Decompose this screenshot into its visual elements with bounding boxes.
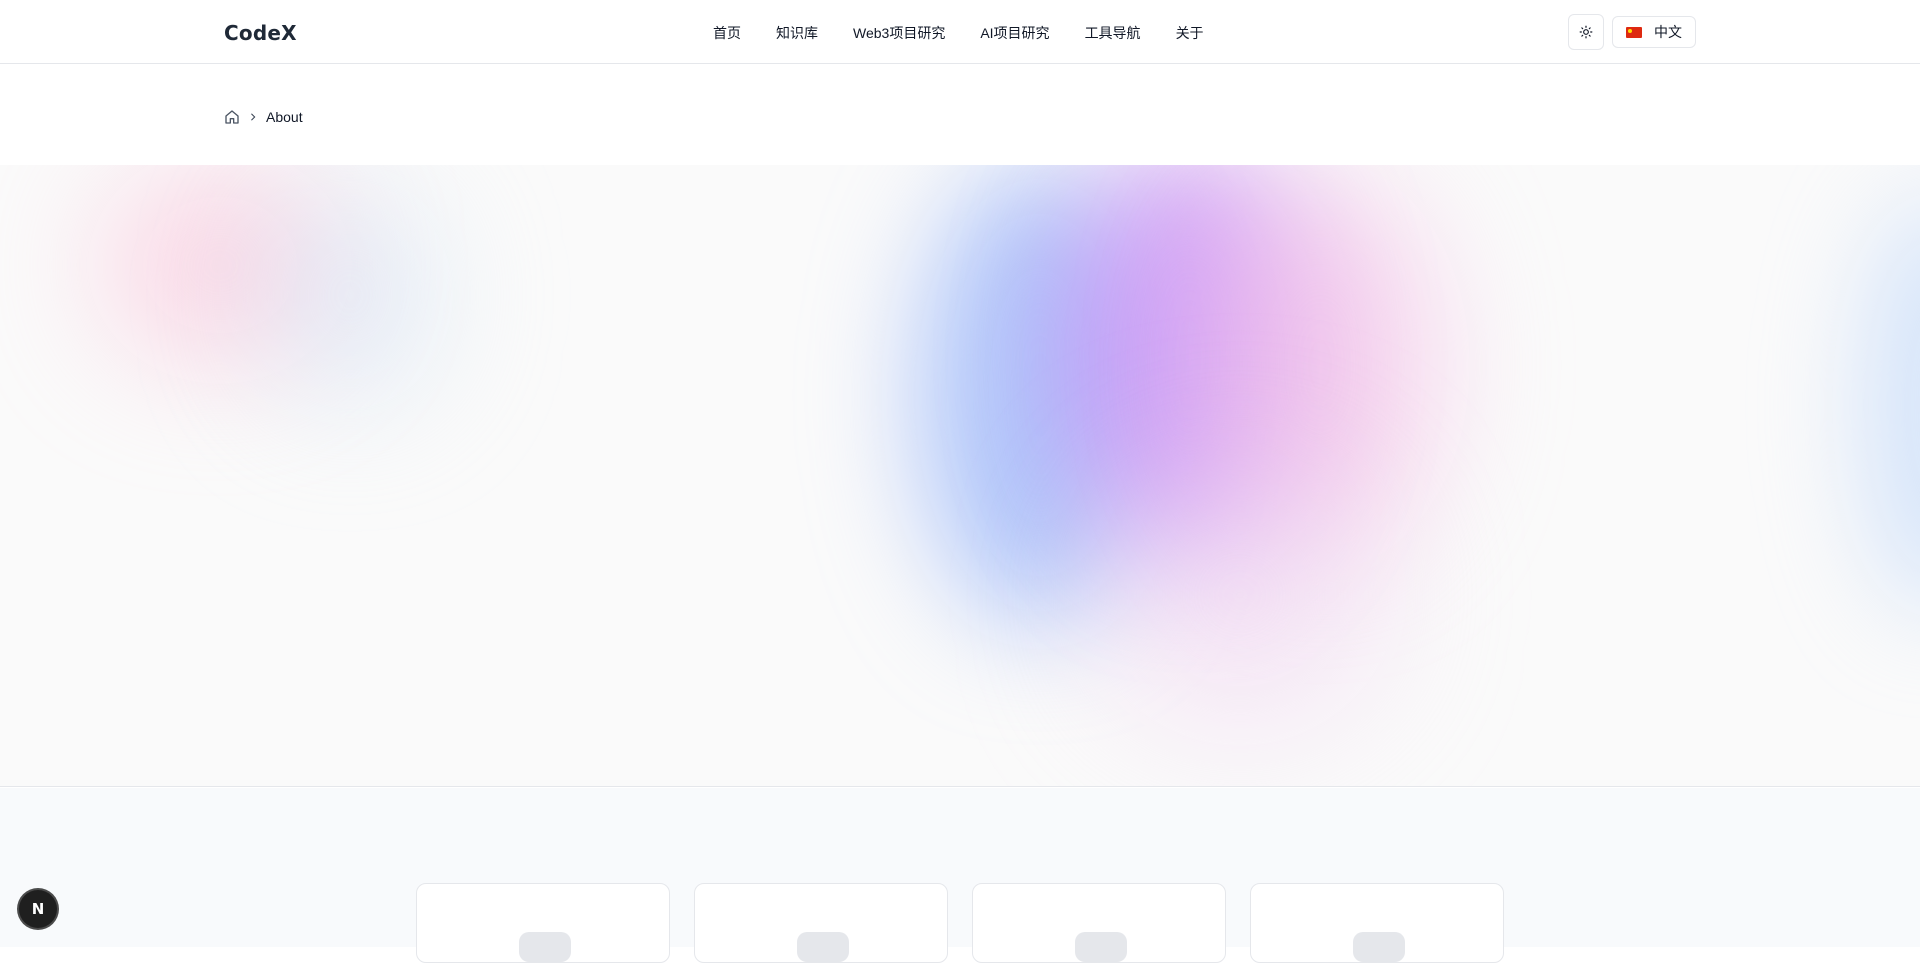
hero-gradient-section <box>0 165 1920 787</box>
chevron-right-icon <box>251 113 256 121</box>
breadcrumb-current: About <box>266 109 303 125</box>
feature-card[interactable] <box>972 883 1226 963</box>
logo[interactable]: CodeX <box>224 21 297 45</box>
nav-tools[interactable]: 工具导航 <box>1085 23 1141 43</box>
card-icon <box>1075 932 1127 962</box>
sun-icon <box>1579 25 1593 39</box>
badge-label: N <box>31 900 45 918</box>
feature-card[interactable] <box>416 883 670 963</box>
language-switcher[interactable]: 中文 <box>1612 16 1696 48</box>
language-label: 中文 <box>1654 24 1682 40</box>
nav-home[interactable]: 首页 <box>713 23 741 43</box>
breadcrumb: About <box>224 109 303 125</box>
main-nav: 首页 知识库 Web3项目研究 AI项目研究 工具导航 关于 <box>713 23 1204 43</box>
nav-knowledge-base[interactable]: 知识库 <box>776 23 818 43</box>
nav-about[interactable]: 关于 <box>1176 23 1204 43</box>
card-icon <box>797 932 849 962</box>
feature-card[interactable] <box>694 883 948 963</box>
home-icon[interactable] <box>224 109 240 125</box>
theme-toggle-button[interactable] <box>1568 14 1604 50</box>
dev-tools-badge[interactable]: N <box>19 890 57 928</box>
gradient-blob <box>1100 465 1380 725</box>
card-icon <box>1353 932 1405 962</box>
gradient-blob <box>1860 195 1920 615</box>
breadcrumb-bar: About <box>0 65 1920 165</box>
gradient-blob <box>260 185 440 405</box>
nav-web3-research[interactable]: Web3项目研究 <box>853 23 945 43</box>
cards-section <box>0 788 1920 963</box>
feature-card[interactable] <box>1250 883 1504 963</box>
site-header: CodeX 首页 知识库 Web3项目研究 AI项目研究 工具导航 关于 中文 <box>0 0 1920 64</box>
china-flag-icon <box>1626 26 1642 38</box>
nav-ai-research[interactable]: AI项目研究 <box>980 23 1049 43</box>
card-icon <box>519 932 571 962</box>
